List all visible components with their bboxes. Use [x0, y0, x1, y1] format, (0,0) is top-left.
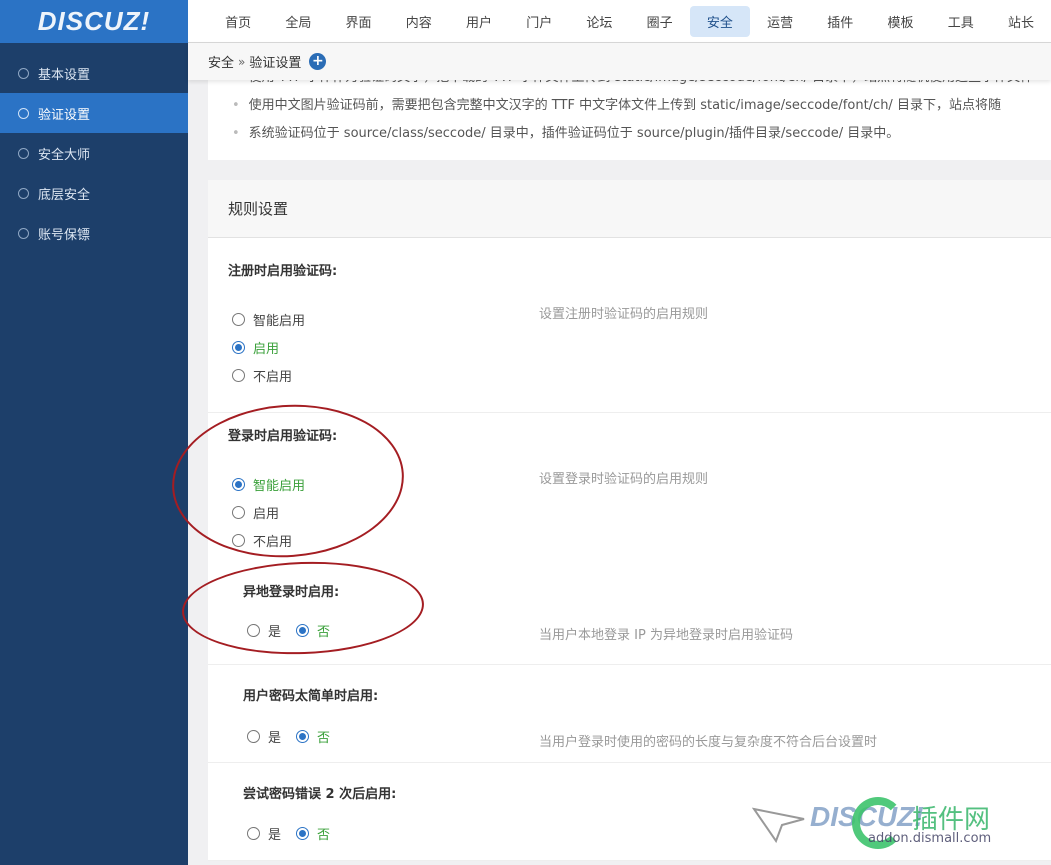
setting-description: 当用户本地登录 IP 为异地登录时启用验证码 — [539, 628, 793, 643]
sidebar-item-account-guard[interactable]: 账号保镖 — [0, 213, 188, 253]
circle-icon — [18, 227, 29, 239]
setting-row-remote-login: 异地登录时启用: 是 否 当用户本地登录 IP 为异地登录时启用验证码 — [208, 573, 1051, 665]
radio-checked-icon — [296, 730, 309, 743]
setting-description: 设置登录时验证码的启用规则 — [539, 472, 709, 487]
setting-row-weak-password: 用户密码太简单时启用: 是 否 当用户登录时使用的密码的长度与复杂度不符合后台设… — [208, 665, 1051, 763]
circle-icon — [18, 107, 29, 119]
nav-security[interactable]: 安全 — [689, 5, 750, 37]
nav-forum[interactable]: 论坛 — [569, 6, 629, 37]
radio-checked-icon — [296, 827, 309, 840]
setting-description: 设置注册时验证码的启用规则 — [539, 307, 709, 322]
radio-checked-icon — [232, 478, 245, 491]
sidebar-item-verification[interactable]: 验证设置 — [0, 93, 188, 133]
sidebar: 基本设置 验证设置 安全大师 底层安全 账号保镖 — [0, 43, 188, 865]
radio-option[interactable]: 否 — [296, 621, 330, 640]
radio-option[interactable]: 是 — [247, 727, 281, 746]
breadcrumb-separator: » — [238, 54, 246, 69]
radio-option[interactable]: 不启用 — [232, 366, 292, 385]
circle-icon — [18, 67, 29, 79]
plus-circle-icon[interactable]: + — [309, 53, 327, 70]
setting-label: 异地登录时启用: — [243, 585, 340, 600]
setting-label: 尝试密码错误 2 次后启用: — [243, 787, 397, 802]
radio-icon — [232, 534, 245, 547]
setting-label: 用户密码太简单时启用: — [243, 689, 379, 704]
top-navigation: 首页 全局 界面 内容 用户 门户 论坛 圈子 安全 运营 插件 模板 工具 站… — [188, 0, 1051, 43]
radio-icon — [232, 369, 245, 382]
tip-item: 使用 TTF 字体作为验证码文字，把下载的 TTF 字体文件上传到 static… — [232, 80, 1051, 92]
nav-users[interactable]: 用户 — [449, 6, 509, 37]
watermark: DISCUZ! 插件网 addon.dismall.com — [752, 795, 1042, 855]
nav-global[interactable]: 全局 — [268, 6, 328, 37]
nav-tools[interactable]: 工具 — [931, 6, 991, 37]
radio-checked-icon — [296, 624, 309, 637]
radio-option[interactable]: 启用 — [232, 503, 279, 522]
nav-portal[interactable]: 门户 — [509, 6, 569, 37]
tip-item: 系统验证码位于 source/class/seccode/ 目录中，插件验证码位… — [232, 120, 1031, 148]
radio-option[interactable]: 启用 — [232, 338, 279, 357]
circle-icon — [18, 187, 29, 199]
nav-interface[interactable]: 界面 — [328, 6, 388, 37]
radio-icon — [232, 313, 245, 326]
nav-webmaster[interactable]: 站长 — [991, 6, 1051, 37]
tips-box: 使用 TTF 字体作为验证码文字，把下载的 TTF 字体文件上传到 static… — [208, 80, 1051, 160]
rules-panel: 规则设置 注册时启用验证码: 智能启用 启用 不启用 设置注册时验证码的启用规则… — [208, 180, 1051, 861]
sidebar-item-low-level-security[interactable]: 底层安全 — [0, 173, 188, 213]
radio-icon — [247, 730, 260, 743]
radio-icon — [247, 827, 260, 840]
nav-templates[interactable]: 模板 — [870, 6, 930, 37]
circle-icon — [18, 147, 29, 159]
nav-content[interactable]: 内容 — [389, 6, 449, 37]
radio-option[interactable]: 不启用 — [232, 531, 292, 550]
setting-description: 当用户登录时使用的密码的长度与复杂度不符合后台设置时 — [539, 735, 878, 750]
radio-option[interactable]: 否 — [296, 824, 330, 843]
radio-checked-icon — [232, 341, 245, 354]
breadcrumb-parent[interactable]: 安全 — [208, 52, 234, 71]
radio-option[interactable]: 是 — [247, 824, 281, 843]
radio-option[interactable]: 智能启用 — [232, 475, 305, 494]
setting-row-login-captcha: 登录时启用验证码: 智能启用 启用 不启用 设置登录时验证码的启用规则 — [208, 413, 1051, 573]
breadcrumb-current: 验证设置 — [249, 56, 302, 71]
radio-option[interactable]: 否 — [296, 727, 330, 746]
tip-item: 使用中文图片验证码前，需要把包含完整中文汉字的 TTF 中文字体文件上传到 st… — [232, 92, 1031, 120]
radio-option[interactable]: 是 — [247, 621, 281, 640]
nav-operation[interactable]: 运营 — [750, 6, 810, 37]
sidebar-item-basic[interactable]: 基本设置 — [0, 53, 188, 93]
radio-icon — [247, 624, 260, 637]
nav-plugins[interactable]: 插件 — [810, 6, 870, 37]
watermark-url: addon.dismall.com — [868, 831, 992, 846]
sidebar-item-security-master[interactable]: 安全大师 — [0, 133, 188, 173]
nav-home[interactable]: 首页 — [208, 6, 268, 37]
setting-label: 登录时启用验证码: — [228, 429, 338, 444]
radio-option[interactable]: 智能启用 — [232, 310, 305, 329]
nav-group[interactable]: 圈子 — [630, 6, 690, 37]
panel-title: 规则设置 — [208, 180, 1051, 238]
radio-icon — [232, 506, 245, 519]
cursor-arrow-icon — [752, 807, 805, 844]
main-content: 使用 TTF 字体作为验证码文字，把下载的 TTF 字体文件上传到 static… — [208, 80, 1051, 865]
discuz-logo[interactable]: DISCUZ! — [0, 0, 188, 43]
setting-label: 注册时启用验证码: — [228, 264, 338, 279]
setting-row-register-captcha: 注册时启用验证码: 智能启用 启用 不启用 设置注册时验证码的启用规则 — [208, 238, 1051, 413]
breadcrumb: 安全 » 验证设置 + — [188, 43, 1051, 80]
